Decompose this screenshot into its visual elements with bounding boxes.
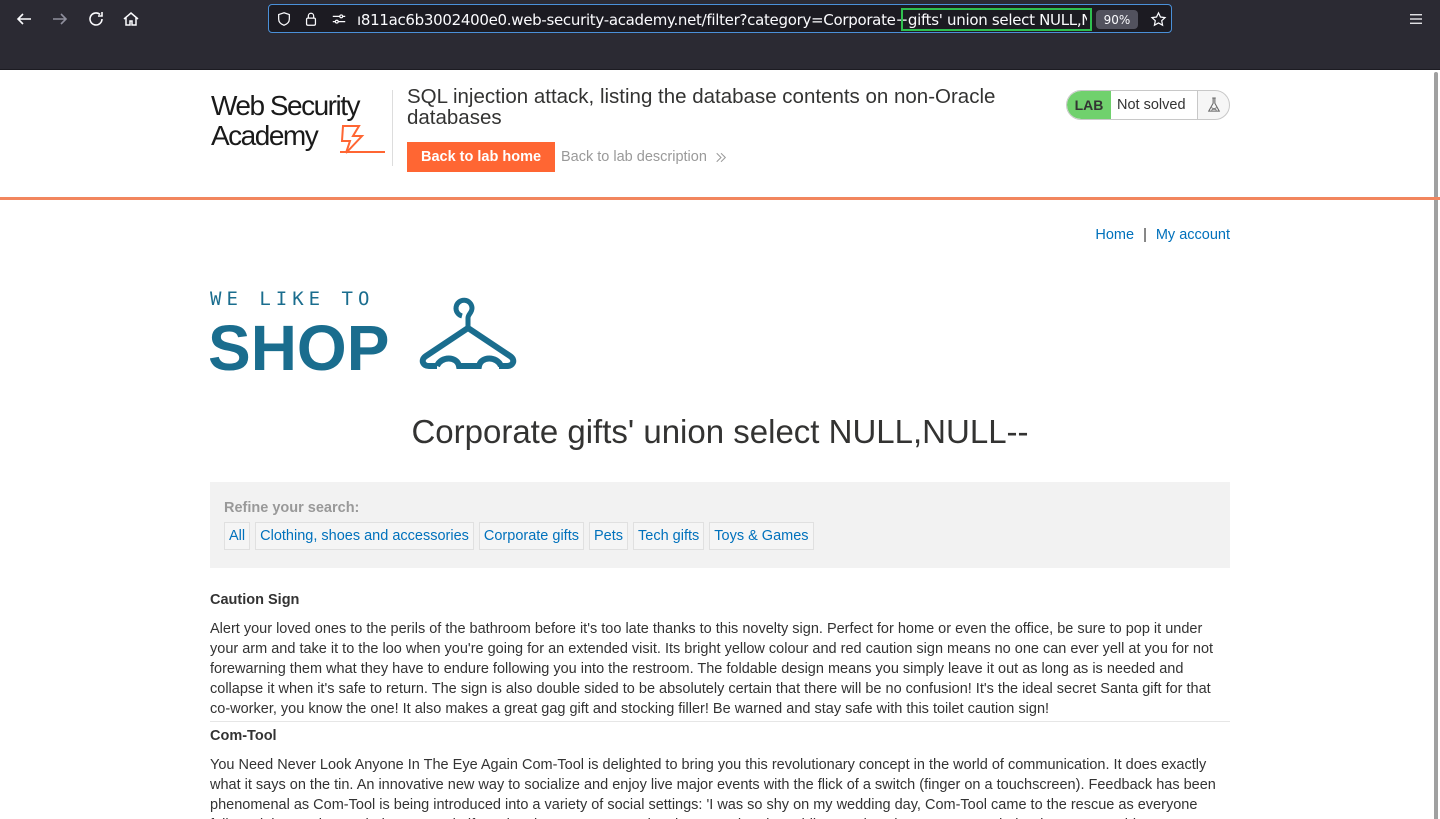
reload-icon[interactable] — [83, 6, 109, 32]
url-injection-highlight — [901, 8, 1092, 31]
filter-pets[interactable]: Pets — [589, 522, 629, 550]
shop-logo-line2: SHOP — [210, 312, 389, 372]
forward-arrow-icon[interactable] — [47, 6, 73, 32]
logo-divider — [392, 90, 393, 166]
product-name: Caution Sign — [210, 592, 300, 608]
flask-icon — [1197, 91, 1229, 119]
back-to-lab-description-link[interactable]: Back to lab description — [561, 149, 727, 165]
we-like-to-shop-logo[interactable]: WE LIKE TO SHOP — [208, 288, 530, 384]
filter-all[interactable]: All — [224, 522, 251, 550]
home-link[interactable]: Home — [1095, 227, 1134, 243]
back-arrow-icon[interactable] — [11, 6, 37, 32]
top-navigation: Home | My account — [1095, 227, 1230, 243]
filter-corporate-gifts[interactable]: Corporate gifts — [478, 522, 584, 550]
page-content: Web Security Academy SQL injection attac… — [0, 70, 1440, 819]
my-account-link[interactable]: My account — [1156, 227, 1230, 243]
zoom-level-badge[interactable]: 90% — [1096, 10, 1138, 29]
star-icon[interactable] — [1148, 9, 1168, 29]
refine-search-label: Refine your search: — [224, 500, 360, 516]
double-chevron-right-icon — [716, 152, 726, 162]
back-to-lab-description-label: Back to lab description — [561, 149, 707, 165]
permissions-icon[interactable] — [330, 10, 348, 28]
logo-line1: Web Security — [211, 90, 360, 121]
back-to-lab-home-button[interactable]: Back to lab home — [407, 142, 555, 172]
lock-icon[interactable] — [302, 10, 320, 28]
lab-header: Web Security Academy SQL injection attac… — [0, 70, 1440, 200]
lab-title: SQL injection attack, listing the databa… — [407, 85, 996, 129]
product-item: Caution Sign Alert your loved ones to th… — [210, 592, 1230, 719]
lab-status-text: Not solved — [1111, 91, 1197, 119]
filter-clothing[interactable]: Clothing, shoes and accessories — [255, 522, 474, 550]
refine-search-panel: Refine your search: All Clothing, shoes … — [210, 482, 1230, 568]
logo-line2: Academy — [211, 120, 319, 151]
lab-tag: LAB — [1067, 91, 1111, 119]
product-description: You Need Never Look Anyone In The Eye Ag… — [210, 757, 1216, 819]
shield-icon[interactable] — [275, 10, 293, 28]
home-icon[interactable] — [118, 6, 144, 32]
product-description: Alert your loved ones to the perils of t… — [210, 621, 1214, 717]
product-item: Com-Tool You Need Never Look Anyone In T… — [210, 728, 1230, 819]
product-divider — [210, 721, 1230, 722]
lab-status-widget: LAB Not solved — [1066, 90, 1230, 120]
category-filters: All Clothing, shoes and accessories Corp… — [224, 522, 814, 550]
shop-logo-line1: WE LIKE TO — [210, 290, 374, 310]
page-heading: Corporate gifts' union select NULL,NULL-… — [411, 413, 1029, 450]
nav-separator: | — [1143, 227, 1147, 243]
web-security-academy-logo[interactable]: Web Security Academy — [211, 90, 391, 154]
product-name: Com-Tool — [210, 728, 277, 744]
hamburger-menu-icon[interactable] — [1404, 8, 1428, 30]
browser-toolbar: ı811ac6b3002400e0.web-security-academy.n… — [0, 0, 1440, 70]
address-bar[interactable]: ı811ac6b3002400e0.web-security-academy.n… — [268, 4, 1172, 33]
filter-tech-gifts[interactable]: Tech gifts — [633, 522, 705, 550]
filter-toys-games[interactable]: Toys & Games — [709, 522, 814, 550]
